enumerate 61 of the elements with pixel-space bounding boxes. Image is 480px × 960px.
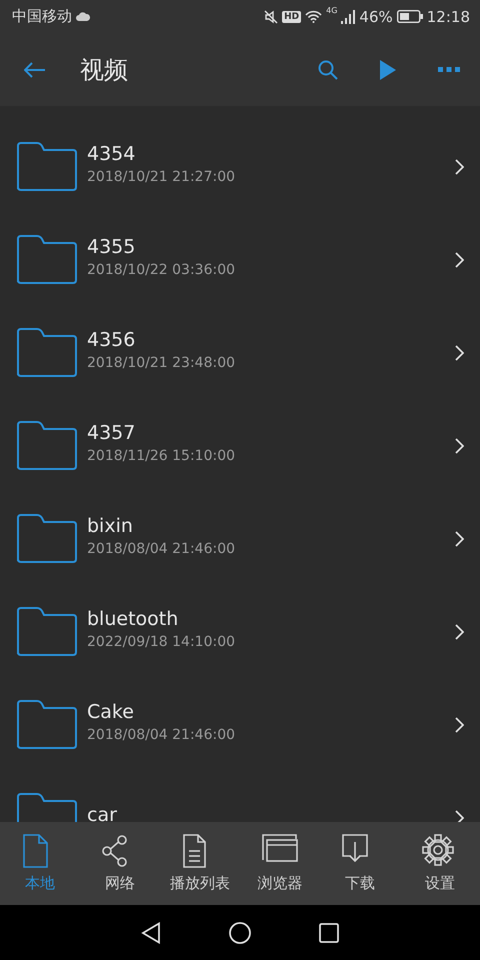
folder-icon bbox=[17, 142, 77, 191]
folder-row[interactable]: 4356 2018/10/21 23:48:00 bbox=[0, 306, 480, 399]
nav-tab[interactable]: 下载 bbox=[320, 822, 400, 905]
folder-icon bbox=[17, 700, 77, 749]
recents-square-icon[interactable] bbox=[319, 922, 339, 942]
back-triangle-icon[interactable] bbox=[141, 922, 161, 944]
chevron-right-icon bbox=[455, 438, 464, 454]
mute-icon bbox=[264, 10, 278, 24]
chevron-right-icon bbox=[455, 344, 464, 360]
chevron-right-icon bbox=[455, 530, 464, 546]
folder-date: 2018/08/04 21:46:00 bbox=[87, 540, 236, 556]
chevron-right-icon bbox=[455, 810, 464, 822]
signal-icon bbox=[341, 10, 356, 24]
folder-name: 4354 bbox=[87, 142, 136, 164]
chevron-right-icon bbox=[455, 158, 464, 174]
search-icon[interactable] bbox=[318, 60, 338, 80]
folder-icon bbox=[17, 235, 77, 284]
battery-icon bbox=[396, 10, 423, 23]
folder-name: 4355 bbox=[87, 236, 136, 258]
chevron-right-icon bbox=[455, 716, 464, 732]
chevron-right-icon bbox=[455, 624, 464, 640]
folder-icon bbox=[17, 607, 77, 656]
folder-name: bluetooth bbox=[87, 608, 180, 630]
folder-icon bbox=[17, 514, 77, 563]
folder-icon bbox=[17, 421, 77, 470]
nav-tab[interactable]: 设置 bbox=[400, 822, 480, 905]
clock-time: 12:18 bbox=[426, 8, 470, 26]
folder-name: Cake bbox=[87, 700, 135, 722]
home-circle-icon[interactable] bbox=[229, 922, 251, 944]
play-icon[interactable] bbox=[380, 60, 396, 80]
folder-icon bbox=[17, 328, 77, 377]
folder-date: 2018/11/26 15:10:00 bbox=[87, 448, 236, 464]
folder-row[interactable]: 4355 2018/10/22 03:36:00 bbox=[0, 213, 480, 306]
folder-date: 2018/10/22 03:36:00 bbox=[87, 262, 236, 278]
folder-name: bixin bbox=[87, 514, 134, 536]
folder-name: 4357 bbox=[87, 422, 136, 444]
folder-row[interactable]: Cake 2018/08/04 21:46:00 bbox=[0, 678, 480, 771]
chevron-right-icon bbox=[455, 252, 464, 268]
more-icon[interactable] bbox=[438, 67, 460, 72]
wifi-icon bbox=[305, 10, 322, 23]
nav-tab[interactable]: 播放列表 bbox=[160, 822, 240, 905]
folder-row[interactable]: 4354 2018/10/21 21:27:00 bbox=[0, 120, 480, 213]
folder-row[interactable]: bluetooth 2022/09/18 14:10:00 bbox=[0, 585, 480, 678]
folder-row[interactable]: car bbox=[0, 771, 480, 822]
folder-row[interactable]: bixin 2018/08/04 21:46:00 bbox=[0, 492, 480, 585]
cloud-icon bbox=[76, 12, 90, 21]
battery-percent: 46% bbox=[359, 8, 393, 26]
carrier-name: 中国移动 bbox=[12, 7, 72, 26]
back-arrow-icon[interactable] bbox=[24, 62, 46, 78]
folder-name: 4356 bbox=[87, 328, 136, 350]
folder-date: 2022/09/18 14:10:00 bbox=[87, 634, 236, 650]
folder-name: car bbox=[87, 804, 118, 822]
network-type: 4G bbox=[326, 6, 338, 15]
screen-title: 视频 bbox=[80, 54, 129, 86]
folder-row[interactable]: 4357 2018/11/26 15:10:00 bbox=[0, 399, 480, 492]
hd-badge: HD bbox=[282, 10, 302, 22]
folder-date: 2018/10/21 21:27:00 bbox=[87, 168, 236, 184]
nav-tab[interactable]: 网络 bbox=[80, 822, 160, 905]
nav-tab[interactable]: 浏览器 bbox=[240, 822, 320, 905]
folder-date: 2018/08/04 21:46:00 bbox=[87, 726, 236, 742]
folder-date: 2018/10/21 23:48:00 bbox=[87, 354, 236, 370]
